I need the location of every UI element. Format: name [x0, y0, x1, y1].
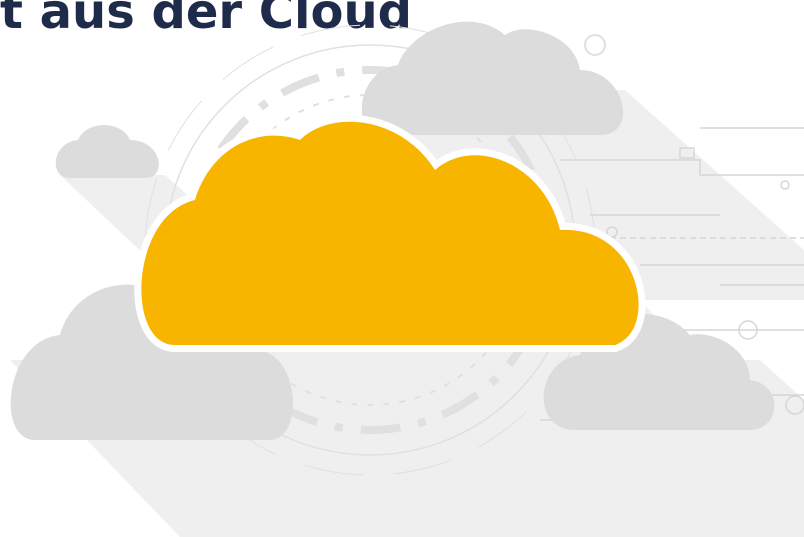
small-cloud-left: [55, 125, 159, 178]
cloud-top-right: [361, 21, 624, 135]
cloud-illustration: [10, 21, 804, 537]
